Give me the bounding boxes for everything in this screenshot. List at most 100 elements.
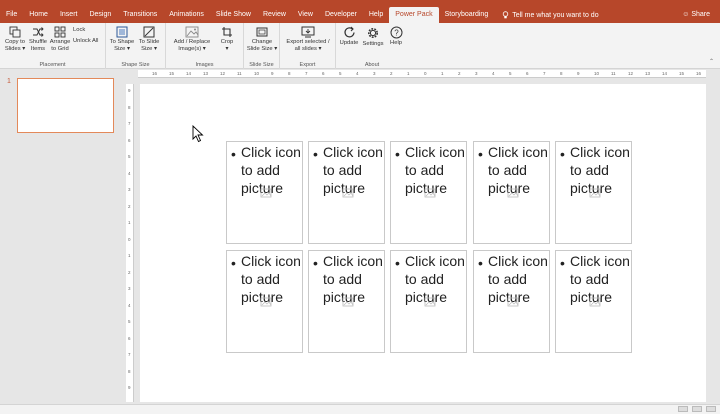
lightbulb-icon [503, 11, 509, 19]
picture-placeholder[interactable]: • Click icon to add picture [226, 250, 303, 353]
update-button[interactable]: Update [338, 26, 360, 47]
picture-placeholder[interactable]: • Click icon to add picture [473, 250, 550, 353]
picture-placeholder[interactable]: • Click icon to add picture [308, 250, 385, 353]
ruler-tick: 4 [492, 71, 495, 76]
insert-picture-icon[interactable] [260, 188, 272, 198]
placeholder-text: Click icon to add picture [241, 253, 301, 305]
picture-placeholder[interactable]: • Click icon to add picture [555, 250, 632, 353]
ruler-tick: 5 [128, 319, 131, 324]
tab-storyboarding[interactable]: Storyboarding [439, 7, 495, 23]
reading-view-button[interactable] [706, 406, 716, 412]
tab-developer[interactable]: Developer [319, 7, 363, 23]
insert-picture-icon[interactable] [589, 297, 601, 307]
settings-button[interactable]: Settings [361, 26, 385, 48]
picture-placeholder[interactable]: • Click icon to add picture [555, 141, 632, 244]
tab-power-pack[interactable]: Power Pack [389, 7, 439, 23]
slide-icon [256, 27, 268, 37]
tab-file[interactable]: File [0, 7, 23, 23]
slide-canvas[interactable]: • Click icon to add picture • Click icon to… [140, 84, 706, 402]
ruler-tick: 3 [373, 71, 376, 76]
group-slide-size: Change Slide Size ▾ Slide Size [244, 23, 280, 69]
placeholder-text: Click icon to add picture [570, 144, 630, 196]
ruler-tick: 12 [220, 71, 226, 76]
add-replace-images-button[interactable]: Add / Replace Image(s) ▾ [170, 26, 214, 53]
export-selected-button[interactable]: Export selected / all slides ▾ [282, 26, 334, 53]
picture-placeholder[interactable]: • Click icon to add picture [390, 250, 467, 353]
placeholder-text: Click icon to add picture [405, 144, 465, 196]
ruler-tick: 5 [128, 154, 131, 159]
group-export: Export selected / all slides ▾ Export [280, 23, 336, 69]
group-images: Add / Replace Image(s) ▾ Crop ▾ Images [166, 23, 244, 69]
tab-animations[interactable]: Animations [163, 7, 210, 23]
insert-picture-icon[interactable] [424, 188, 436, 198]
to-slide-size-button[interactable]: To Slide Size ▾ [136, 26, 162, 53]
group-placement: Copy to Slides ▾ Shuffle Items Arrange t… [0, 23, 106, 69]
share-button[interactable]: ☺ Share [682, 7, 710, 23]
ruler-tick: 10 [594, 71, 600, 76]
crop-label: Crop [220, 39, 234, 45]
change-slide-size-button[interactable]: Change Slide Size ▾ [245, 26, 279, 53]
tell-me-box[interactable]: Tell me what you want to do [502, 11, 599, 19]
arrange-to-grid-label-2: to Grid [51, 46, 69, 52]
normal-view-button[interactable] [678, 406, 688, 412]
bullet: • [478, 146, 483, 162]
picture-placeholder[interactable]: • Click icon to add picture [308, 141, 385, 244]
to-shape-size-button[interactable]: To Shape Size ▾ [109, 26, 135, 53]
placeholder-text: Click icon to add picture [323, 253, 383, 305]
ruler-tick: 9 [271, 71, 274, 76]
picture-placeholder[interactable]: • Click icon to add picture [226, 141, 303, 244]
tab-help[interactable]: Help [363, 7, 389, 23]
horizontal-ruler: 16 15 14 13 12 11 10 9 8 7 6 5 4 3 2 1 0 1 2 3 4 5 6 7 8 9 10 11 12 1… [138, 70, 706, 78]
placeholder-text: Click icon to add picture [488, 253, 548, 305]
help-button[interactable]: ? Help [386, 26, 406, 47]
vertical-ruler: 9 8 7 6 5 4 3 2 1 0 1 2 3 4 5 6 7 8 9 [126, 84, 134, 402]
tab-transitions[interactable]: Transitions [117, 7, 163, 23]
insert-picture-icon[interactable] [589, 188, 601, 198]
insert-picture-icon[interactable] [507, 297, 519, 307]
tab-review[interactable]: Review [257, 7, 292, 23]
refresh-icon [343, 26, 355, 38]
crop-button[interactable]: Crop ▾ [216, 26, 238, 53]
ruler-tick: 16 [696, 71, 702, 76]
picture-placeholder[interactable]: • Click icon to add picture [390, 141, 467, 244]
share-icon: ☺ [682, 11, 690, 18]
ruler-tick: 7 [128, 352, 131, 357]
tab-design[interactable]: Design [83, 7, 117, 23]
insert-picture-icon[interactable] [342, 188, 354, 198]
group-label-images: Images [195, 62, 214, 68]
arrange-to-grid-button[interactable]: Arrange to Grid [49, 26, 71, 53]
lock-button[interactable]: Lock [73, 27, 85, 33]
slide-thumbnail-1[interactable] [17, 78, 114, 133]
tab-home[interactable]: Home [23, 7, 54, 23]
ruler-tick: 1 [128, 253, 131, 258]
slide-sorter-button[interactable] [692, 406, 702, 412]
shuffle-items-button[interactable]: Shuffle Items [27, 26, 49, 53]
copy-to-slides-label-1: Copy to [5, 39, 25, 45]
picture-placeholder[interactable]: • Click icon to add picture [473, 141, 550, 244]
ruler-tick: 2 [128, 269, 131, 275]
shuffle-icon [33, 27, 44, 37]
collapse-ribbon-icon[interactable]: ⌃ [709, 58, 714, 65]
tab-insert[interactable]: Insert [54, 7, 84, 23]
insert-picture-icon[interactable] [424, 297, 436, 307]
help-label: Help [390, 40, 402, 46]
insert-picture-icon[interactable] [507, 188, 519, 198]
unlock-all-label: Unlock All [73, 38, 99, 44]
to-shape-size-label-2: Size ▾ [114, 46, 130, 52]
ruler-tick: 15 [169, 71, 175, 76]
mouse-cursor-icon [192, 125, 204, 143]
tab-view[interactable]: View [292, 7, 319, 23]
unlock-all-button[interactable]: Unlock All [73, 38, 98, 44]
copy-icon [9, 26, 21, 38]
ruler-tick: 8 [288, 71, 291, 76]
insert-picture-icon[interactable] [342, 297, 354, 307]
insert-picture-icon[interactable] [260, 297, 272, 307]
ruler-tick: 1 [441, 71, 444, 76]
copy-to-slides-button[interactable]: Copy to Slides ▾ [3, 26, 27, 53]
tab-slide-show[interactable]: Slide Show [210, 7, 257, 23]
to-shape-size-label-1: To Shape [109, 39, 135, 45]
ruler-tick: 8 [560, 71, 563, 76]
view-buttons [678, 406, 716, 412]
ruler-tick: 7 [128, 121, 131, 126]
ruler-tick: 14 [662, 71, 668, 76]
